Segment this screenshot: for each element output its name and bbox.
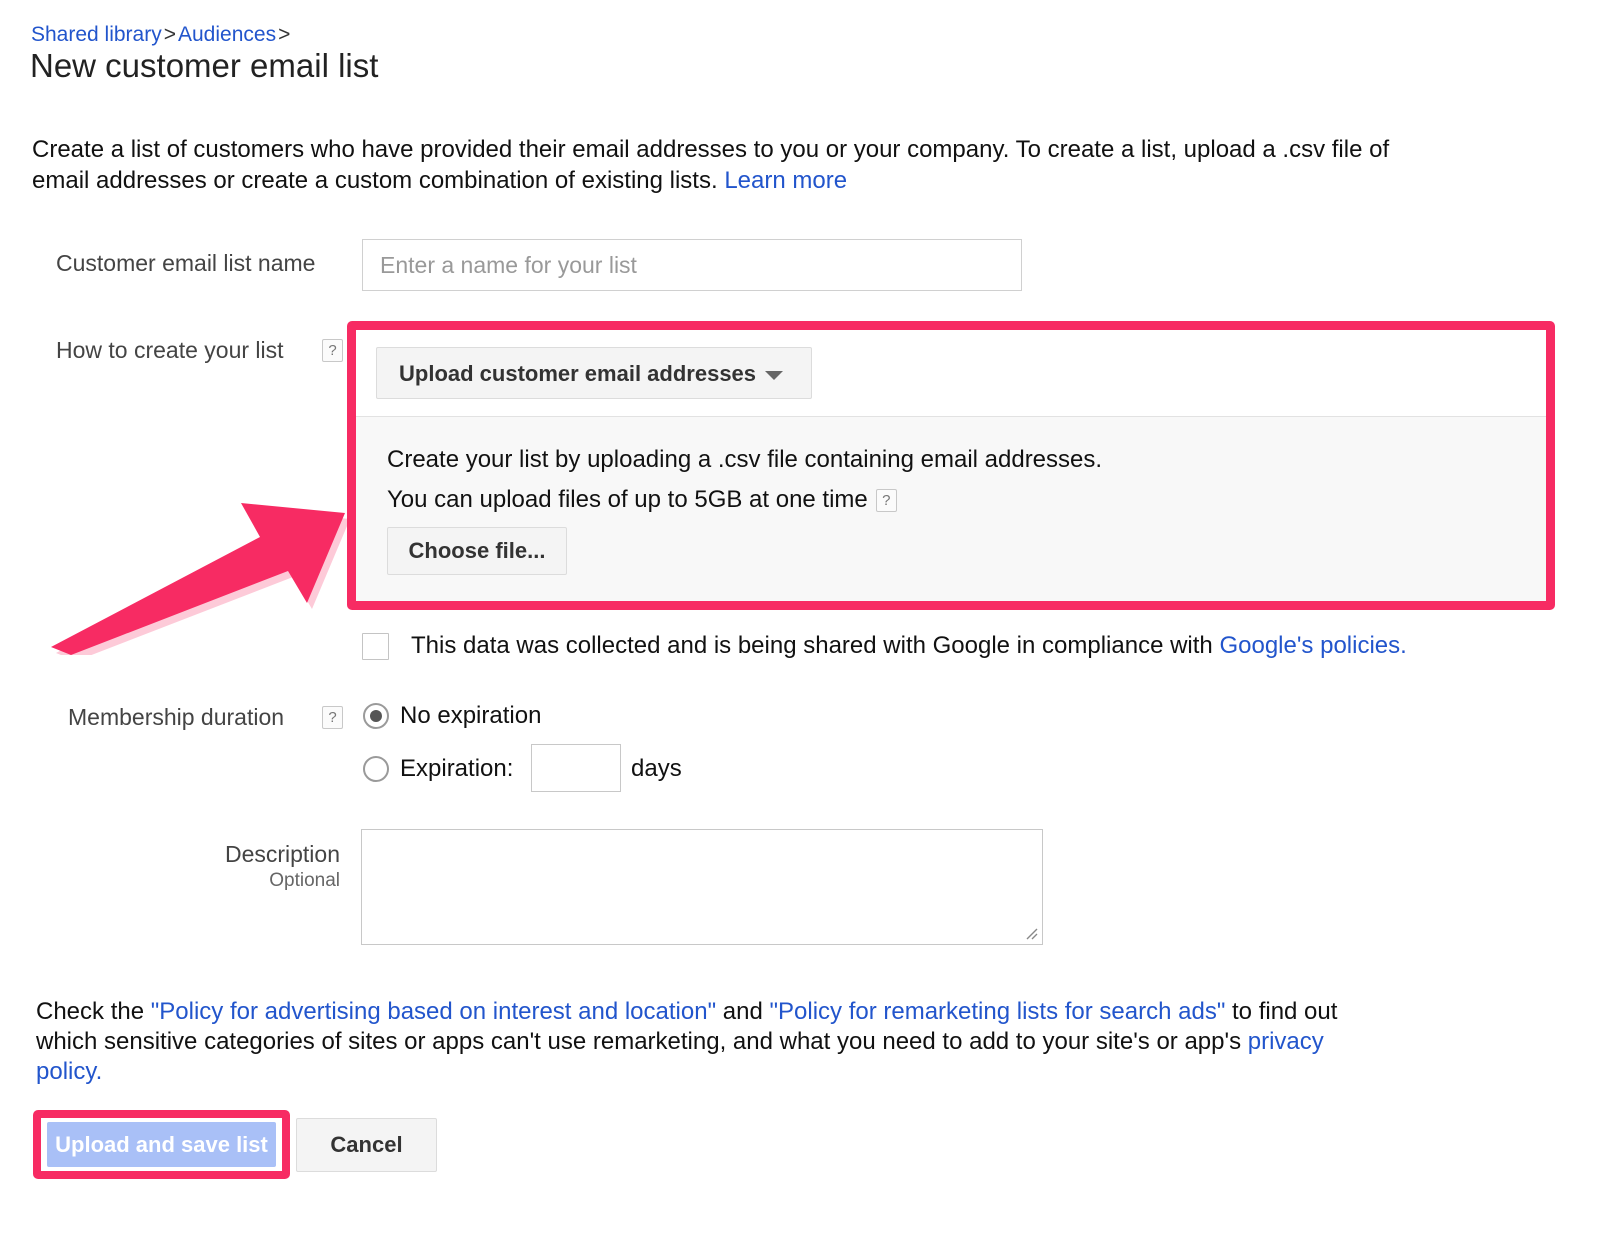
upload-panel-highlight-annotation: Upload customer email addresses Create y… <box>347 321 1555 610</box>
breadcrumb-separator-2: > <box>278 23 291 46</box>
arrow-up-right-annotation <box>51 503 350 655</box>
learn-more-link[interactable]: Learn more <box>724 167 847 194</box>
choose-file-button[interactable]: Choose file... <box>387 527 567 575</box>
upload-instructions-line-2: You can upload files of up to 5GB at one… <box>387 485 897 515</box>
chevron-down-icon <box>765 371 783 380</box>
intro-paragraph: Create a list of customers who have prov… <box>32 134 1392 196</box>
compliance-label: This data was collected and is being sha… <box>411 630 1407 661</box>
membership-duration-label: Membership duration <box>68 704 285 730</box>
radio-expiration-label[interactable]: Expiration: <box>400 753 513 784</box>
list-creation-method-dropdown[interactable]: Upload customer email addresses <box>376 347 812 399</box>
description-optional-text: Optional <box>269 870 340 891</box>
policy-paragraph: Check the "Policy for advertising based … <box>36 997 1366 1087</box>
days-suffix-label: days <box>631 755 682 782</box>
policy-middle: and <box>716 998 770 1025</box>
customer-email-list-name-input[interactable] <box>362 239 1022 291</box>
description-label-text: Description <box>224 841 340 867</box>
customer-email-list-name-label: Customer email list name <box>56 250 316 276</box>
description-textarea[interactable] <box>361 829 1043 945</box>
policy-interest-location-link[interactable]: "Policy for advertising based on interes… <box>151 998 716 1025</box>
policy-remarketing-search-ads-link[interactable]: "Policy for remarketing lists for search… <box>769 998 1225 1025</box>
compliance-text: This data was collected and is being sha… <box>411 632 1220 659</box>
breadcrumb-link-audiences[interactable]: Audiences <box>178 23 276 46</box>
upload-and-save-list-button[interactable]: Upload and save list <box>47 1122 276 1167</box>
upload-panel: Upload customer email addresses Create y… <box>356 330 1546 601</box>
breadcrumb: Shared library>Audiences> <box>31 22 292 47</box>
radio-expiration[interactable] <box>363 756 389 782</box>
breadcrumb-separator-1: > <box>163 23 176 46</box>
page-title: New customer email list <box>30 47 379 84</box>
radio-no-expiration-label[interactable]: No expiration <box>400 700 541 731</box>
cancel-button[interactable]: Cancel <box>296 1118 437 1172</box>
upload-instructions-line-1: Create your list by uploading a .csv fil… <box>387 446 1103 473</box>
radio-no-expiration[interactable] <box>363 703 389 729</box>
compliance-checkbox[interactable] <box>362 633 389 660</box>
help-icon[interactable]: ? <box>322 706 343 729</box>
help-icon[interactable]: ? <box>322 339 343 362</box>
expiration-days-input[interactable] <box>531 744 621 792</box>
list-creation-method-value: Upload customer email addresses <box>399 361 757 386</box>
upload-panel-body: Create your list by uploading a .csv fil… <box>356 416 1546 601</box>
google-policies-link[interactable]: Google's policies. <box>1219 632 1406 659</box>
description-label: Description Optional <box>140 840 340 894</box>
policy-prefix: Check the <box>36 998 151 1025</box>
upload-size-text: You can upload files of up to 5GB at one… <box>387 486 868 513</box>
compliance-row: This data was collected and is being sha… <box>362 630 1522 664</box>
breadcrumb-link-shared-library[interactable]: Shared library <box>31 23 162 46</box>
how-to-create-list-label: How to create your list <box>56 337 284 363</box>
help-icon[interactable]: ? <box>875 489 897 512</box>
intro-text: Create a list of customers who have prov… <box>32 136 1390 194</box>
